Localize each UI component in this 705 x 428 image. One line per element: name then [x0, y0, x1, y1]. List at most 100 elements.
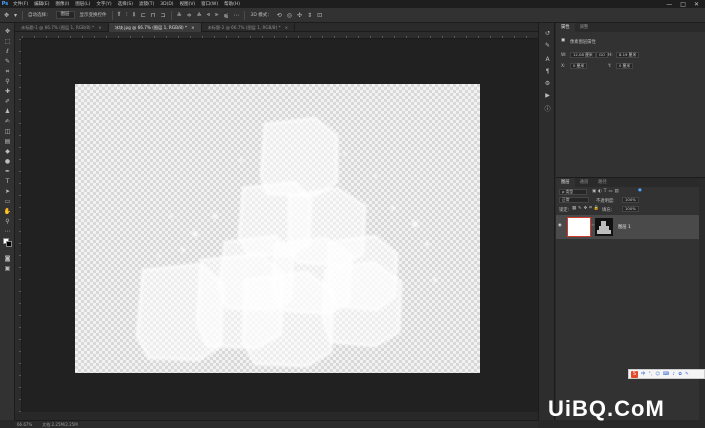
skin-icon[interactable]: ✿ — [678, 372, 682, 377]
menu-image[interactable]: 图像(I) — [52, 1, 72, 7]
chinese-mode-button[interactable]: 中 — [641, 371, 646, 377]
info-icon[interactable]: ⓘ — [543, 105, 552, 114]
move-tool-icon[interactable]: ✥ — [4, 12, 9, 19]
maximize-icon[interactable]: □ — [680, 1, 686, 8]
more-tools-icon[interactable]: ⋯ — [3, 228, 12, 235]
distribute-right-icon[interactable]: ⫹ — [223, 12, 228, 19]
menu-help[interactable]: 帮助(H) — [221, 1, 243, 7]
fill-field[interactable]: 100% — [622, 206, 639, 212]
tab-document-1[interactable]: 未标题-1 @ 66.7% (图层 1, RGB/8) * × — [15, 23, 109, 32]
zoom-level[interactable]: 66.67% — [17, 422, 32, 427]
align-left-icon[interactable]: ⊏ — [141, 12, 146, 19]
vertical-ruler[interactable] — [15, 39, 22, 412]
close-icon[interactable]: ✕ — [694, 1, 699, 8]
background-color-swatch[interactable] — [6, 241, 12, 247]
link-dimensions-button[interactable]: GO — [596, 52, 608, 58]
sogou-logo-icon[interactable]: S — [631, 370, 638, 378]
distribute-bottom-icon[interactable]: ≙ — [197, 12, 202, 19]
quick-select-tool-icon[interactable]: ✎ — [3, 58, 12, 65]
distribute-center-icon[interactable]: ⫸ — [215, 11, 218, 19]
menu-file[interactable]: 文件(F) — [10, 1, 31, 7]
clone-stamp-tool-icon[interactable]: ♟ — [3, 108, 12, 115]
hand-tool-icon[interactable]: ✋ — [3, 208, 12, 215]
menu-layer[interactable]: 图层(L) — [72, 1, 93, 7]
eraser-tool-icon[interactable]: ◫ — [3, 128, 12, 135]
menu-select[interactable]: 选择(S) — [115, 1, 136, 7]
tab-layers[interactable]: 图层 — [556, 178, 575, 187]
blur-tool-icon[interactable]: ◆ — [3, 148, 12, 155]
tab-document-3[interactable]: 未标题-2 @ 66.7% (图层 1, RGB/8) * × — [202, 23, 296, 32]
menu-type[interactable]: 文字(Y) — [93, 1, 114, 7]
character-icon[interactable]: A — [543, 55, 552, 64]
horizontal-ruler[interactable] — [22, 32, 538, 39]
tab-document-2[interactable]: 冰块.jpg @ 66.7% (图层 1, RGB/8) * × — [108, 23, 202, 32]
voice-icon[interactable]: ♪ — [672, 372, 675, 377]
pen-tool-icon[interactable]: ✒ — [3, 168, 12, 175]
tab-adjustments[interactable]: 调整 — [575, 23, 594, 32]
distribute-middle-icon[interactable]: ≑ — [187, 12, 192, 19]
opacity-field[interactable]: 100% — [622, 197, 639, 203]
zoom-tool-icon[interactable]: ⚲ — [3, 218, 12, 225]
y-position-field[interactable]: 0 厘米 — [616, 63, 634, 69]
menu-edit[interactable]: 编辑(E) — [31, 1, 52, 7]
show-transform-controls-checkbox[interactable]: 显示变换控件 — [80, 12, 107, 18]
minimize-icon[interactable]: — — [666, 1, 672, 8]
menu-window[interactable]: 窗口(W) — [198, 1, 221, 7]
eyedropper-tool-icon[interactable]: ⚲ — [3, 78, 12, 85]
distribute-left-icon[interactable]: ⫷ — [207, 11, 210, 19]
emoji-icon[interactable]: ☺ — [655, 372, 660, 377]
x-position-field[interactable]: 0 厘米 — [570, 63, 588, 69]
align-bottom-icon[interactable]: ⫫ — [132, 11, 135, 19]
clone-source-icon[interactable]: ⚙ — [543, 79, 552, 88]
align-right-icon[interactable]: ⊐ — [161, 12, 166, 19]
height-field[interactable]: 8.19 厘米 — [616, 52, 640, 58]
3d-rotate-icon[interactable]: ⟲ — [277, 12, 282, 19]
3d-scale-icon[interactable]: ⊡ — [317, 12, 322, 19]
dodge-tool-icon[interactable]: ● — [3, 158, 12, 165]
layer-filter-icons[interactable]: ▣◐T▭▤ — [592, 189, 621, 194]
rectangle-tool-icon[interactable]: ▭ — [3, 198, 12, 205]
layer-mask-thumbnail[interactable] — [595, 218, 613, 236]
type-tool-icon[interactable]: T — [3, 178, 12, 185]
filter-toggle-icon[interactable]: ● — [638, 188, 642, 193]
lock-icons[interactable]: ▦✎✥⌗🔒 — [572, 206, 601, 211]
actions-icon[interactable]: ▶ — [543, 91, 552, 100]
more-options-icon[interactable]: ⋯ — [233, 12, 239, 19]
menu-3d[interactable]: 3D(D) — [157, 2, 176, 7]
distribute-top-icon[interactable]: ≚ — [177, 12, 182, 19]
keyboard-icon[interactable]: ⌨ — [663, 372, 670, 377]
menu-view[interactable]: 视图(V) — [177, 1, 199, 7]
3d-drag-icon[interactable]: ✣ — [297, 12, 302, 19]
history-icon[interactable]: ↺ — [543, 29, 552, 38]
close-tab-icon[interactable]: × — [285, 25, 289, 30]
menu-filter[interactable]: 滤镜(T) — [136, 1, 157, 7]
eye-icon[interactable]: ◉ — [558, 223, 562, 228]
tab-channels[interactable]: 通道 — [575, 178, 594, 187]
auto-select-target-dropdown[interactable]: 图层 — [55, 11, 75, 19]
screen-mode-icon[interactable]: ▣ — [3, 265, 12, 272]
document-canvas[interactable] — [75, 84, 480, 373]
crop-tool-icon[interactable]: ⌗ — [3, 68, 12, 75]
blend-mode-dropdown[interactable]: 正常 — [559, 197, 589, 203]
3d-roll-icon[interactable]: ◎ — [287, 12, 292, 19]
3d-slide-icon[interactable]: ⇕ — [307, 12, 312, 19]
brush-presets-icon[interactable]: ✎ — [543, 41, 552, 50]
document-info[interactable]: 文档:2.25M/2.25M — [42, 422, 77, 428]
move-tool-icon[interactable]: ✥ — [3, 28, 12, 35]
punctuation-icon[interactable]: °, — [649, 372, 653, 377]
quick-mask-icon[interactable]: ◙ — [3, 255, 12, 262]
layer-kind-filter[interactable]: ρ 类型 — [559, 189, 587, 195]
brush-tool-icon[interactable]: ✐ — [3, 98, 12, 105]
tools-icon[interactable]: ✎ — [685, 372, 689, 377]
align-top-icon[interactable]: ⫪ — [118, 11, 121, 19]
history-brush-tool-icon[interactable]: ✍ — [3, 118, 12, 125]
align-middle-icon[interactable]: ⫶ — [126, 11, 128, 19]
layer-name[interactable]: 图层 1 — [618, 224, 631, 230]
tab-paths[interactable]: 路径 — [593, 178, 612, 187]
tab-properties[interactable]: 属性 — [556, 23, 575, 32]
close-tab-icon[interactable]: × — [98, 25, 102, 30]
layer-thumbnail[interactable] — [567, 217, 591, 237]
path-selection-tool-icon[interactable]: ➤ — [3, 188, 12, 195]
chevron-down-icon[interactable]: ▾ — [14, 12, 17, 19]
align-center-icon[interactable]: ⊓ — [151, 12, 156, 19]
